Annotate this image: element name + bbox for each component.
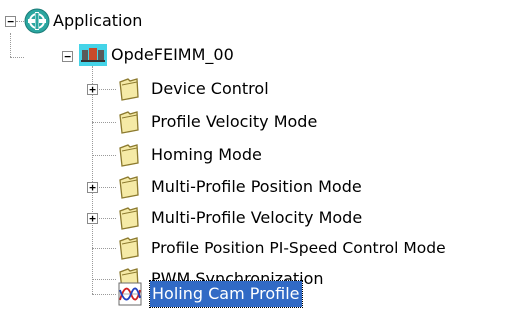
expand-toggle[interactable]: + — [87, 84, 98, 95]
folder-icon — [116, 235, 142, 261]
expand-toggle[interactable]: + — [87, 213, 98, 224]
tree-connector — [10, 57, 24, 58]
folder-icon — [116, 174, 142, 200]
tree-connector — [92, 155, 116, 156]
tree-connector-root — [10, 33, 11, 57]
tree-connector — [16, 21, 24, 22]
folder-icon — [116, 142, 142, 168]
tree-connector — [92, 122, 116, 123]
tree-connector — [92, 248, 116, 249]
tree-item-label[interactable]: Application — [53, 8, 142, 34]
tree-view[interactable]: − Application − OpdeFEIMM_00 + Device Co… — [0, 0, 526, 336]
folder-icon — [116, 76, 142, 102]
tree-connector — [92, 294, 116, 295]
tree-item-label[interactable]: Multi-Profile Position Mode — [151, 174, 362, 200]
collapse-toggle[interactable]: − — [62, 51, 73, 62]
tree-item-label[interactable]: OpdeFEIMM_00 — [111, 42, 234, 68]
tree-connector-node — [92, 66, 93, 294]
application-icon — [24, 8, 50, 34]
tree-item-label[interactable]: Multi-Profile Velocity Mode — [151, 205, 362, 231]
tree-item-label[interactable]: Profile Velocity Mode — [151, 109, 317, 135]
cam-profile-icon — [118, 282, 142, 306]
tree-item-label[interactable]: Device Control — [151, 76, 269, 102]
tree-connector — [92, 279, 116, 280]
expand-toggle[interactable]: + — [87, 182, 98, 193]
tree-item-label[interactable]: Profile Position PI-Speed Control Mode — [151, 235, 446, 261]
device-node-icon — [79, 44, 107, 66]
tree-item-label[interactable]: Homing Mode — [151, 142, 262, 168]
collapse-toggle[interactable]: − — [5, 16, 16, 27]
folder-icon — [116, 109, 142, 135]
tree-item-label-selected[interactable]: Holing Cam Profile — [149, 280, 303, 308]
folder-icon — [116, 205, 142, 231]
